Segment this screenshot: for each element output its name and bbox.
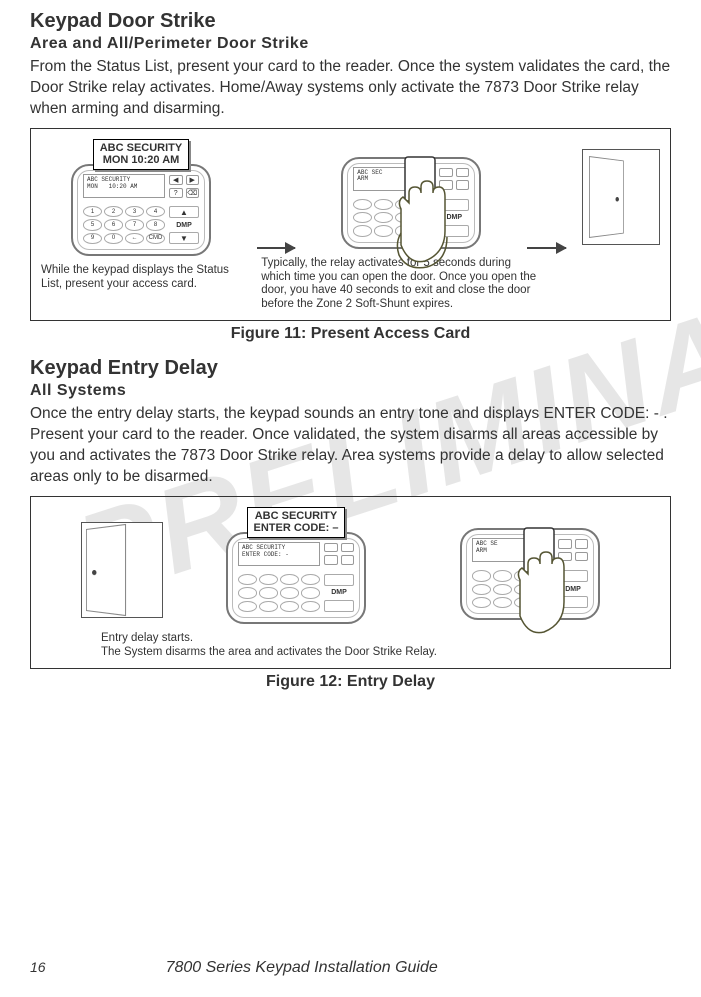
num-key: CMD <box>146 233 165 244</box>
door-open-icon <box>81 522 163 618</box>
lcd-line1: ABC SECURITY <box>100 142 183 155</box>
arrow-icon <box>257 247 295 249</box>
keypad-illustration-hand: ABC SEC ARM DMP <box>341 157 481 249</box>
figure11-box: ABC SECURITY MON 10:20 AM ABC SECURITY M… <box>30 128 671 321</box>
softkey: ◀ <box>169 175 183 185</box>
page-number: 16 <box>30 959 46 975</box>
num-key: 9 <box>83 233 102 244</box>
door-icon <box>582 149 661 245</box>
guide-title: 7800 Series Keypad Installation Guide <box>166 959 438 977</box>
figure11-caption: Figure 11: Present Access Card <box>30 325 671 343</box>
num-key: 0 <box>104 233 123 244</box>
num-key: 1 <box>83 206 102 217</box>
section1-paragraph: From the Status List, present your card … <box>30 57 671 120</box>
hand-card-icon <box>510 524 580 644</box>
page-content: Keypad Door Strike Area and All/Perimete… <box>30 10 671 691</box>
num-key: 8 <box>146 219 165 230</box>
keypad-numeric: 1 2 3 4 5 6 7 8 9 0 ← CMD <box>83 206 165 244</box>
num-key: 2 <box>104 206 123 217</box>
page-footer: 16 7800 Series Keypad Installation Guide <box>30 959 671 977</box>
lcd-line1: ABC SECURITY <box>254 510 339 523</box>
figure11-lcd-tag: ABC SECURITY MON 10:20 AM <box>93 139 190 170</box>
num-key: ← <box>125 233 144 244</box>
hand-card-icon <box>391 153 461 273</box>
section2-heading: Keypad Entry Delay <box>30 357 671 380</box>
num-key: 3 <box>125 206 144 217</box>
lcd-line2: ENTER CODE: – <box>254 522 339 535</box>
keypad-lcd: ABC SECURITY ENTER CODE: - <box>238 542 320 566</box>
brand-label: DMP <box>169 222 199 229</box>
section2-paragraph: Once the entry delay starts, the keypad … <box>30 404 671 488</box>
num-key: 5 <box>83 219 102 230</box>
keypad-illustration-left: ABC SECURITY MON 10:20 AM ◀ ▶ ? ⌫ 1 2 3 … <box>71 164 211 256</box>
figure12-lcd-tag: ABC SECURITY ENTER CODE: – <box>247 507 346 538</box>
keypad-illustration-hand2: ABC SE ARM DMP <box>460 528 600 620</box>
figure12-box: ABC SECURITY ENTER CODE: – ABC SECURITY … <box>30 496 671 669</box>
softkey: ⌫ <box>186 188 200 198</box>
section1-subheading: Area and All/Perimeter Door Strike <box>30 35 671 53</box>
arrow-down-key: ▼ <box>169 232 199 244</box>
figure12-caption: Figure 12: Entry Delay <box>30 673 671 691</box>
softkey: ? <box>169 188 183 198</box>
keypad-softkeys: ◀ ▶ ? ⌫ <box>169 175 199 197</box>
arrow-icon <box>527 247 565 249</box>
arrow-up-key: ▲ <box>169 206 199 218</box>
keypad-right-col: ▲ DMP ▼ <box>169 206 199 244</box>
keypad-lcd: ABC SECURITY MON 10:20 AM <box>83 174 165 198</box>
section2-subheading: All Systems <box>30 382 671 400</box>
num-key: 4 <box>146 206 165 217</box>
num-key: 7 <box>125 219 144 230</box>
section1-heading: Keypad Door Strike <box>30 10 671 33</box>
figure11-left-caption: While the keypad displays the Status Lis… <box>41 264 241 292</box>
num-key: 6 <box>104 219 123 230</box>
keypad-illustration-entry: ABC SECURITY ENTER CODE: - DMP <box>226 532 366 624</box>
softkey: ▶ <box>186 175 200 185</box>
lcd-line2: MON 10:20 AM <box>100 154 183 167</box>
